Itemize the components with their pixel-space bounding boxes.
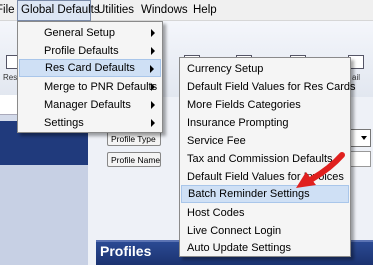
menu-item-manager-defaults[interactable]: Manager Defaults [19, 96, 161, 114]
menu-item-label: Service Fee [187, 135, 246, 147]
menu-item-merge-to-pnr-defaults[interactable]: Merge to PNR Defaults [19, 78, 161, 96]
menu-item-label: Merge to PNR Defaults [44, 81, 158, 93]
menu-item-label: More Fields Categories [187, 99, 301, 111]
menu-item-label: Host Codes [187, 207, 245, 219]
menu-bar: File Global Defaults Utilities Windows H… [0, 0, 373, 21]
menu-item-label: Res Card Defaults [45, 62, 135, 74]
menu-utilities-label: Utilities [97, 4, 135, 16]
chevron-right-icon [150, 65, 154, 73]
menu-item-insurance-prompting[interactable]: Insurance Prompting [181, 114, 349, 132]
menu-item-label: Default Field Values for Res Cards [187, 81, 356, 93]
profile-name-label: Profile Name [107, 152, 161, 167]
menu-windows-label: Windows [141, 4, 188, 16]
chevron-right-icon [151, 47, 155, 55]
menu-utilities[interactable]: Utilities [97, 0, 134, 21]
menu-item-general-setup[interactable]: General Setup [19, 24, 161, 42]
menu-item-auto-update-settings[interactable]: Auto Update Settings [181, 239, 349, 257]
menu-item-host-codes[interactable]: Host Codes [181, 204, 349, 222]
menu-item-service-fee[interactable]: Service Fee [181, 132, 349, 150]
menu-item-profile-defaults[interactable]: Profile Defaults [19, 42, 161, 60]
res-toolbar-label: Res [3, 73, 18, 82]
menu-item-settings[interactable]: Settings [19, 114, 161, 132]
menu-item-label: Settings [44, 117, 84, 129]
profiles-panel-title: Profiles [100, 243, 152, 259]
menu-global-defaults[interactable]: Global Defaults [17, 0, 100, 21]
menu-file-label: File [0, 4, 15, 16]
menu-item-label: Auto Update Settings [187, 242, 291, 254]
chevron-right-icon [151, 29, 155, 37]
menu-global-defaults-label: Global Defaults [21, 4, 100, 16]
menu-help[interactable]: Help [193, 0, 217, 21]
chevron-right-icon [151, 83, 155, 91]
menu-item-label: General Setup [44, 27, 115, 39]
menu-item-label: Manager Defaults [44, 99, 131, 111]
menu-item-label: Currency Setup [187, 63, 264, 75]
global-defaults-menu: General Setup Profile Defaults Res Card … [17, 21, 163, 133]
panel-body [0, 165, 88, 265]
menu-item-label: Profile Defaults [44, 45, 119, 57]
menu-item-res-card-defaults[interactable]: Res Card Defaults [19, 59, 161, 77]
chevron-down-icon [361, 136, 367, 140]
arrow-shaft [309, 152, 345, 182]
menu-file[interactable]: File [0, 0, 15, 21]
menu-windows[interactable]: Windows [141, 0, 188, 21]
menu-item-more-fields-categories[interactable]: More Fields Categories [181, 96, 349, 114]
menu-help-label: Help [193, 4, 217, 16]
menu-item-default-field-values-res-cards[interactable]: Default Field Values for Res Cards [181, 78, 356, 96]
menu-item-live-connect-login[interactable]: Live Connect Login [181, 222, 349, 240]
menu-item-currency-setup[interactable]: Currency Setup [181, 60, 349, 78]
chevron-right-icon [151, 119, 155, 127]
red-arrow-annotation [296, 152, 345, 188]
menu-item-label: Live Connect Login [187, 225, 282, 237]
profile-type-label: Profile Type [107, 131, 161, 146]
menu-item-label: Insurance Prompting [187, 117, 289, 129]
chevron-right-icon [151, 101, 155, 109]
